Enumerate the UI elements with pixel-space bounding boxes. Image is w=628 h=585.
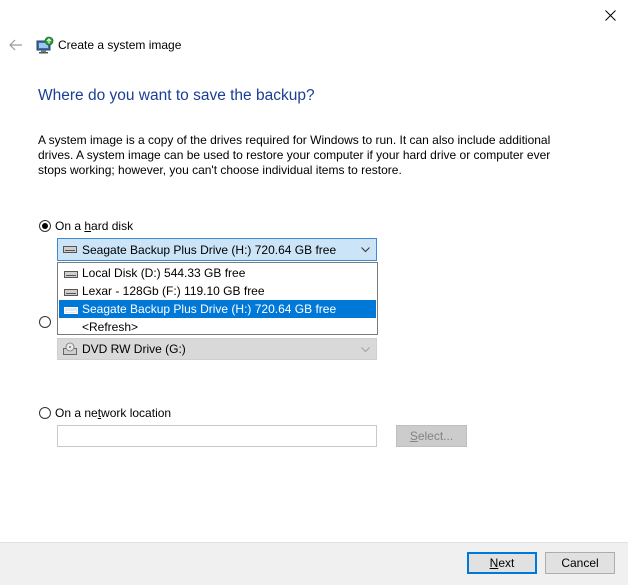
- dvd-combo: DVD RW Drive (G:): [57, 338, 377, 360]
- cancel-button[interactable]: Cancel: [545, 552, 615, 574]
- description-text: A system image is a copy of the drives r…: [38, 133, 551, 177]
- dropdown-item-label: Lexar - 128Gb (F:) 119.10 GB free: [82, 284, 265, 298]
- dropdown-item-seagate-h[interactable]: Seagate Backup Plus Drive (H:) 720.64 GB…: [59, 300, 376, 318]
- chevron-down-icon: [361, 347, 370, 353]
- dropdown-item-label: Seagate Backup Plus Drive (H:) 720.64 GB…: [82, 302, 337, 316]
- hard-disk-dropdown-list: Local Disk (D:) 544.33 GB free Lexar - 1…: [57, 262, 378, 335]
- window-title: Create a system image: [58, 38, 182, 52]
- backup-app-icon: [36, 36, 54, 54]
- close-icon: [604, 9, 616, 21]
- hard-disk-combo[interactable]: Seagate Backup Plus Drive (H:) 720.64 GB…: [57, 238, 377, 261]
- next-button[interactable]: Next: [467, 552, 537, 574]
- dropdown-item-lexar-f[interactable]: Lexar - 128Gb (F:) 119.10 GB free: [59, 282, 376, 300]
- drive-icon: [64, 307, 78, 314]
- option-hard-disk[interactable]: On a hard disk: [39, 219, 133, 233]
- dvd-combo-value: DVD RW Drive (G:): [82, 342, 186, 356]
- hard-disk-combo-value: Seagate Backup Plus Drive (H:) 720.64 GB…: [82, 242, 337, 257]
- page-heading: Where do you want to save the backup?: [38, 87, 315, 104]
- select-button[interactable]: Select...: [396, 425, 467, 447]
- radio-dvd[interactable]: [39, 316, 51, 328]
- dvd-drive-icon: [63, 342, 77, 355]
- network-location-input[interactable]: [57, 425, 377, 447]
- radio-network[interactable]: [39, 407, 51, 419]
- hard-disk-label: On a hard disk: [55, 219, 134, 233]
- back-arrow-icon: [9, 39, 22, 51]
- drive-icon: [64, 271, 78, 278]
- option-network[interactable]: On a network location: [39, 406, 171, 420]
- radio-selected-dot: [42, 223, 48, 229]
- dropdown-item-label: <Refresh>: [82, 320, 139, 334]
- drive-icon: [64, 289, 78, 296]
- network-label: On a network location: [55, 406, 172, 420]
- close-button[interactable]: [598, 4, 622, 26]
- back-button[interactable]: [7, 36, 25, 54]
- radio-hard-disk[interactable]: [39, 220, 51, 232]
- chevron-down-icon: [361, 247, 370, 253]
- dropdown-item-local-disk-d[interactable]: Local Disk (D:) 544.33 GB free: [59, 264, 376, 282]
- dropdown-item-refresh[interactable]: <Refresh>: [59, 318, 376, 336]
- option-dvd[interactable]: [39, 316, 51, 328]
- drive-icon: [63, 246, 77, 253]
- dropdown-item-label: Local Disk (D:) 544.33 GB free: [82, 266, 246, 280]
